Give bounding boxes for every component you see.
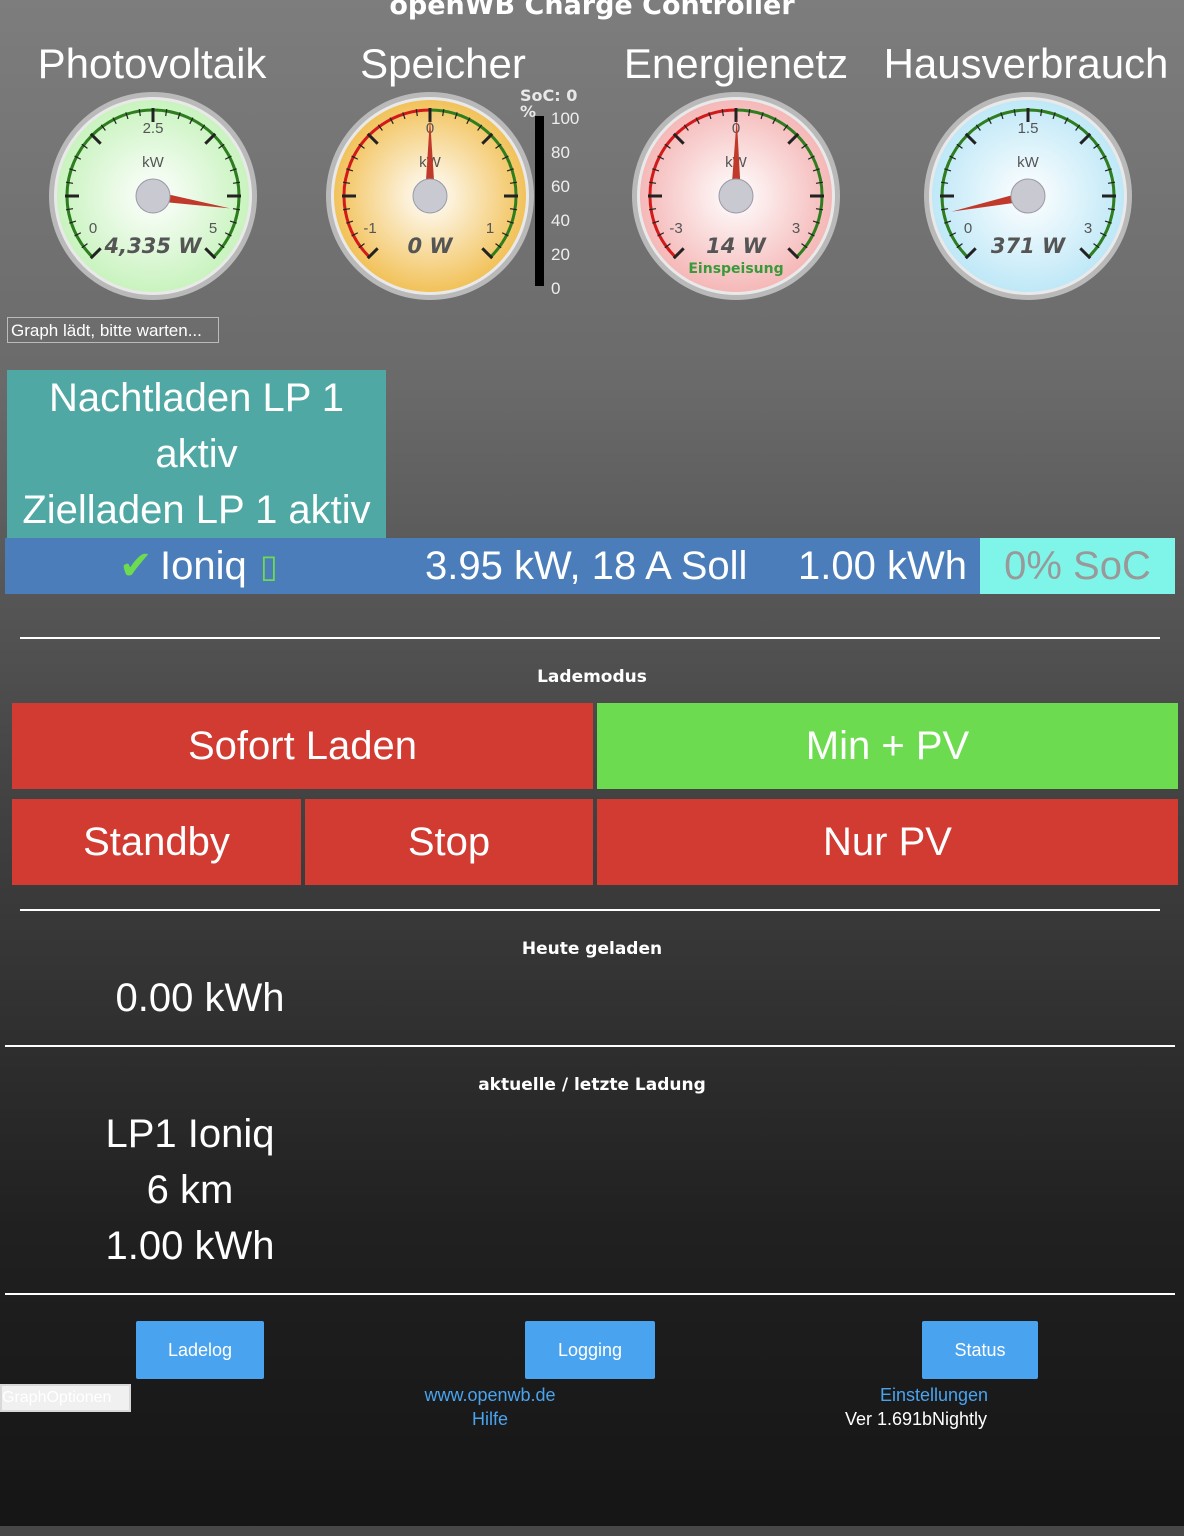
gauge-min-label: 0 (89, 220, 97, 237)
check-icon: ✔ (119, 544, 153, 588)
version-label: Ver 1.691bNightly (844, 1409, 988, 1429)
gauge-unit-label: kW (142, 154, 165, 171)
last-charge-range: 6 km (146, 1168, 234, 1212)
gauge-unit-label: kW (1017, 154, 1040, 171)
last-charge-heading: aktuelle / letzte Ladung (478, 1075, 706, 1095)
gauge-mid-label: 1.5 (1018, 120, 1039, 137)
gauge-min-label: -3 (669, 220, 682, 237)
divider (20, 909, 1160, 911)
divider (5, 1045, 1175, 1047)
soc-tick: 0 (551, 279, 561, 298)
soc-tick: 80 (551, 143, 570, 162)
gauge-value: 4,335 W (104, 234, 203, 258)
plug-icon: ▯ (260, 548, 278, 584)
gauge-min-label: -1 (363, 220, 376, 237)
charge-point-vehicle-name: Ioniq (160, 544, 247, 588)
gauge-title-photovoltaik: Photovoltaik (37, 40, 267, 87)
bottom-edge (0, 1526, 1184, 1536)
ladelog-button[interactable]: Ladelog (136, 1321, 264, 1379)
today-charged-heading: Heute geladen (521, 939, 663, 959)
gauge-min-label: 0 (964, 220, 972, 237)
app-title: openWB Charge Controller (389, 0, 795, 21)
charge-point-row: ✔ Ioniq ▯ 3.95 kW, 18 A Soll 1.00 kWh (5, 538, 980, 594)
graph-options-button[interactable]: GraphOptionen (0, 1384, 131, 1412)
soc-tick: 20 (551, 245, 570, 264)
sofort-laden-button[interactable]: Sofort Laden (12, 703, 593, 789)
gauge-value: 0 W (407, 234, 453, 258)
night-charge-status: Nachtladen LP 1 aktiv Zielladen LP 1 akt… (7, 370, 386, 538)
storage-soc-bar (535, 116, 544, 286)
help-link[interactable]: Hilfe (390, 1409, 590, 1430)
status-button[interactable]: Status (922, 1321, 1038, 1379)
soc-tick: 100 (551, 109, 580, 128)
gauge-energienetz: 0 kW -3 3 14 W Einspeisung (632, 92, 840, 300)
night-charge-line2: aktiv (155, 432, 238, 476)
graph-loading-placeholder: Graph lädt, bitte warten... (7, 317, 219, 343)
gauge-speicher: 0 kW -1 1 0 W (326, 92, 534, 300)
gauge-max-label: 5 (209, 220, 217, 237)
min-pv-button[interactable]: Min + PV (597, 703, 1178, 789)
divider (20, 637, 1160, 639)
gauge-value: 14 W (706, 234, 767, 258)
website-link[interactable]: www.openwb.de (390, 1385, 590, 1406)
gauge-max-label: 3 (1084, 220, 1092, 237)
today-charged-value: 0.00 kWh (115, 976, 285, 1020)
gauge-photovoltaik: 2.5 kW 0 5 4,335 W (49, 92, 257, 300)
night-charge-line1: Nachtladen LP 1 (48, 376, 345, 420)
charge-mode-heading: Lademodus (537, 667, 647, 687)
nur-pv-button[interactable]: Nur PV (597, 799, 1178, 885)
soc-tick: 60 (551, 177, 570, 196)
gauge-mid-label: 2.5 (143, 120, 164, 137)
last-charge-vehicle: LP1 Ioniq (105, 1112, 275, 1156)
soc-tick: 40 (551, 211, 570, 230)
settings-link[interactable]: Einstellungen (834, 1385, 1034, 1406)
last-charge-energy: 1.00 kWh (105, 1224, 275, 1268)
standby-button[interactable]: Standby (12, 799, 301, 885)
gauge-max-label: 3 (792, 220, 800, 237)
divider (5, 1293, 1175, 1295)
gauge-hausverbrauch: 1.5 kW 0 3 371 W (924, 92, 1132, 300)
gauge-sub-label: Einspeisung (688, 261, 783, 277)
gauge-value: 371 W (991, 234, 1066, 258)
gauge-title-speicher: Speicher (360, 40, 526, 87)
target-charge-line: Zielladen LP 1 aktiv (22, 488, 371, 532)
stop-button[interactable]: Stop (305, 799, 593, 885)
logging-button[interactable]: Logging (525, 1321, 655, 1379)
charge-point-energy: 1.00 kWh (798, 544, 967, 588)
gauge-title-hausverbrauch: Hausverbrauch (883, 40, 1169, 87)
gauge-max-label: 1 (486, 220, 494, 237)
charge-point-power: 3.95 kW, 18 A Soll (425, 544, 748, 588)
vehicle-soc-badge: 0% SoC (980, 538, 1175, 594)
gauge-title-energienetz: Energienetz (623, 40, 849, 87)
